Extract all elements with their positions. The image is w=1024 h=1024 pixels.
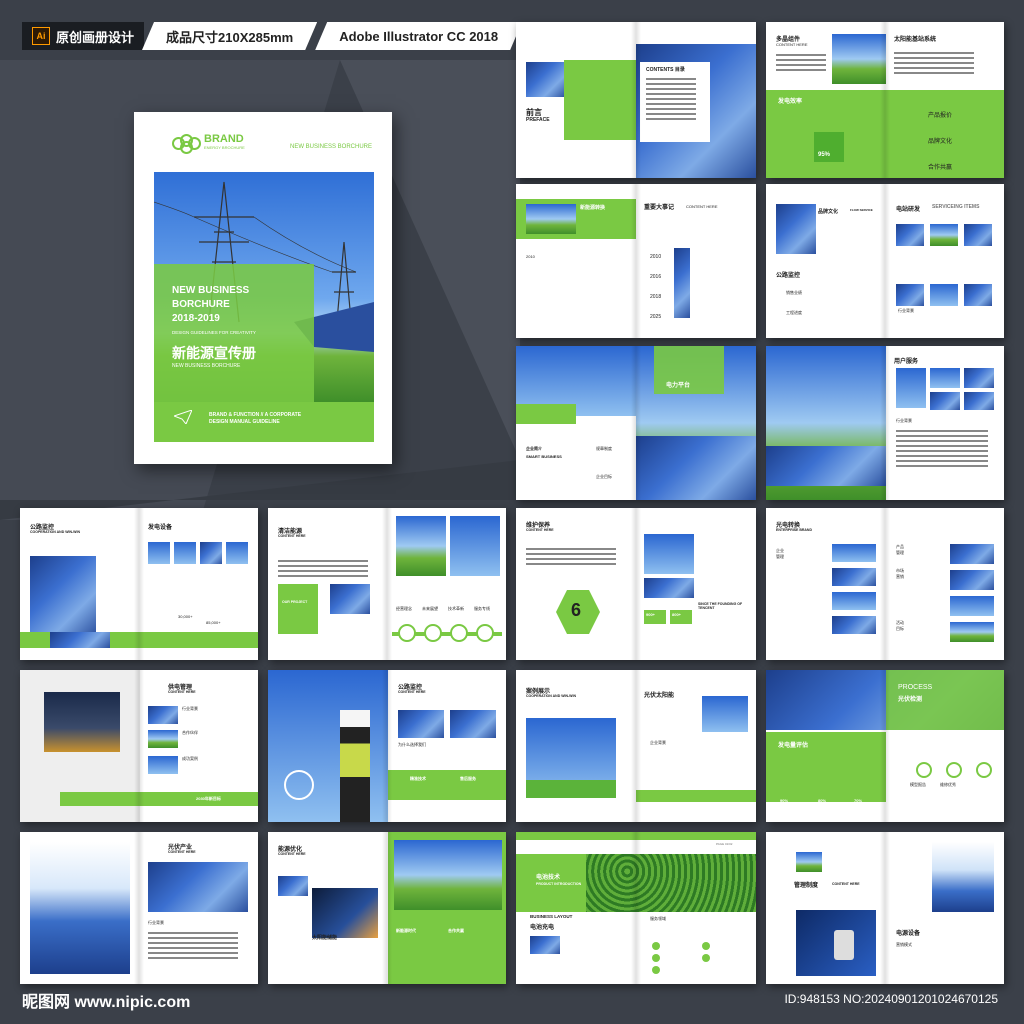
- cover-top-label: NEW BUSINESS BORCHURE: [289, 144, 372, 150]
- size-tag: 成品尺寸210X285mm: [142, 22, 317, 50]
- spread-milestones: 新能源转换 2010 重要大事记 CONTENT HERE 2010 2016 …: [516, 184, 756, 338]
- category-tag: Ai 原创画册设计: [22, 22, 145, 50]
- category-label: 原创画册设计: [56, 29, 135, 45]
- cover-title-en-2: BORCHURE: [172, 299, 230, 310]
- image-id-watermark: ID:948153 NO:20240901201024670125: [784, 992, 998, 1006]
- spread-power-management: 供电管理 CONTENT HERE 行业背景 合作伙伴 成功案例 2030年新目…: [20, 670, 258, 822]
- spread-components: 多晶组件 CONTENT HERE 发电效率 95% 太阳能基站系统 产品报价 …: [766, 22, 1004, 178]
- spread-energy-optimization: 能源优化 CONTENT HERE 太阳能储能 新能源时代 合作共赢: [268, 832, 506, 984]
- cover-years: 2018-2019: [172, 313, 220, 324]
- spread-road-monitoring: 公路监控 CONTENT HERE 为什么选择我们 精准技术 售后服务: [268, 670, 506, 822]
- paper-plane-icon: [174, 410, 192, 424]
- spread-management-system: 管理制度 CONTENT HERE 电源设备 营销模式: [766, 832, 1004, 984]
- spread-research: 品牌文化 FLOW SERVICE 公路监控 销售业绩 工程进度 电站研发 SE…: [766, 184, 1004, 338]
- spread-battery-tech: PAGE 01/02 电池技术 PRODUCT INTRODUCTION BUS…: [516, 832, 756, 984]
- spread-enterprise-brand: 光电转换 ENTERPRISE BRAND 企业管理 产品管理 市场营销 活动目…: [766, 508, 1004, 660]
- cover-guideline: DESIGN GUIDELINES FOR CREATIVITY: [172, 330, 256, 335]
- cover-title-cn-sub: NEW BUSINESS BORCHURE: [172, 363, 241, 369]
- cover-title-en-1: NEW BUSINESS: [172, 285, 250, 296]
- header-tag-bar: Ai 原创画册设计 成品尺寸210X285mm Adobe Illustrato…: [22, 22, 522, 50]
- spread-power-platform: 企业简介 SMART BUSINESS 规章制度 企业目标 电力平台: [516, 346, 756, 500]
- brand-logo: BRAND ENERGY BROCHURE: [172, 133, 245, 154]
- spread-power-equipment: 公路监控 COOPERATION AND WIN-WIN 发电设备 30,000…: [20, 508, 258, 660]
- software-tag: Adobe Illustrator CC 2018: [315, 22, 522, 50]
- brochure-cover: BRAND ENERGY BROCHURE NEW BUSINESS BORCH…: [134, 112, 392, 464]
- cover-function-2: DESIGN MANUAL GUIDELINE: [209, 419, 280, 425]
- spread-process: PROCESS 光伏检测 发电量评估 90% 80% 70% 模型报告 维修优秀: [766, 670, 1004, 822]
- brand-name: BRAND: [204, 133, 244, 145]
- illustrator-icon: Ai: [32, 27, 50, 45]
- brand-subtitle: ENERGY BROCHURE: [204, 145, 245, 150]
- spread-clean-energy: 清洁能源 CONTENT HERE OUR PROJECT 经营理念 未来展望 …: [268, 508, 506, 660]
- site-watermark: 昵图网 www.nipic.com: [22, 994, 191, 1011]
- spread-pv-industry: 光伏产业 CONTENT HERE 行业背景: [20, 832, 258, 984]
- brand-logo-icon: [172, 134, 201, 154]
- spread-preface-contents: 前言 PREFACE CONTENTS 目录: [516, 22, 756, 178]
- spread-user-service: 用户服务 行业背景: [766, 346, 1004, 500]
- cover-title-cn: 新能源宣传册: [172, 345, 256, 361]
- cover-function-1: BRAND & FUNCTION // A CORPORATE: [209, 412, 302, 418]
- spread-maintenance: 维护保养 CONTENT HERE 6 SINCE THE FOUNDING O…: [516, 508, 756, 660]
- spread-cases: 案例展示 COOPERATION AND WIN-WIN 光伏太阳能 企业背景: [516, 670, 756, 822]
